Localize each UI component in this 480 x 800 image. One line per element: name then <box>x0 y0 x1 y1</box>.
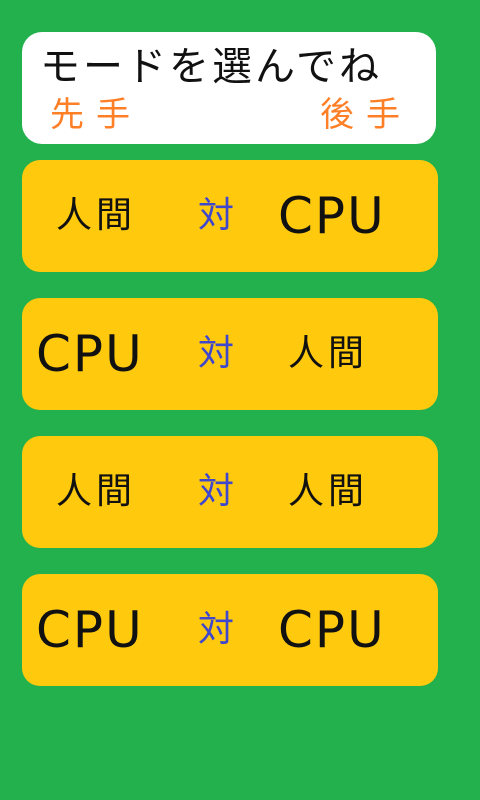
mode-button-cpu-vs-human[interactable]: CPU 対 人間 <box>22 298 438 410</box>
mode-select-header: モードを選んでね 先手 後手 <box>22 32 436 144</box>
header-title: モードを選んでね <box>40 44 382 90</box>
vs-label: 対 <box>197 471 234 512</box>
first-player-human: 人間 <box>56 471 137 512</box>
second-player-cpu: CPU <box>278 601 386 659</box>
first-player-cpu: CPU <box>36 601 144 659</box>
mode-button-cpu-vs-cpu[interactable]: CPU 対 CPU <box>22 574 438 686</box>
first-player-human: 人間 <box>56 195 137 236</box>
mode-button-human-vs-human[interactable]: 人間 対 人間 <box>22 436 438 548</box>
mode-button-human-vs-cpu[interactable]: 人間 対 CPU <box>22 160 438 272</box>
second-player-human: 人間 <box>288 471 369 512</box>
vs-label: 対 <box>197 195 234 236</box>
vs-label: 対 <box>197 333 234 374</box>
first-player-label: 先手 <box>50 95 142 135</box>
second-player-human: 人間 <box>288 333 369 374</box>
first-player-cpu: CPU <box>36 325 144 383</box>
second-player-label: 後手 <box>320 95 412 135</box>
second-player-cpu: CPU <box>278 187 386 245</box>
vs-label: 対 <box>197 609 234 650</box>
turn-labels: 先手 後手 <box>50 94 412 136</box>
